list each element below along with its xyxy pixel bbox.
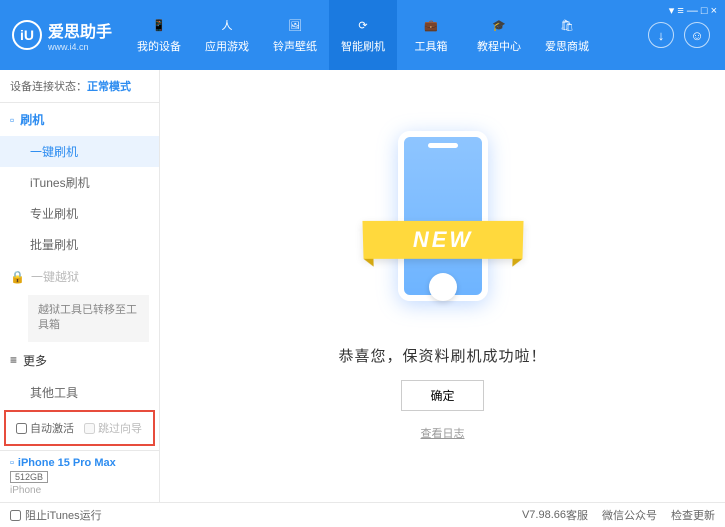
- menu-icon: ≡: [10, 353, 17, 367]
- sidebar-section-jailbreak: 🔒一键越狱: [0, 260, 159, 293]
- apps-icon: 人: [218, 16, 236, 34]
- success-message: 恭喜您，保资料刷机成功啦！: [338, 345, 546, 366]
- auto-activate-checkbox[interactable]: 自动激活: [16, 420, 74, 436]
- footer-wechat[interactable]: 微信公众号: [602, 507, 657, 523]
- skip-setup-checkbox[interactable]: 跳过向导: [84, 420, 142, 436]
- nav-my-device[interactable]: 📱我的设备: [125, 0, 193, 70]
- new-banner: NEW: [362, 221, 523, 259]
- window-controls[interactable]: ▾ ≡ — □ ×: [669, 4, 717, 17]
- sidebar-item-oneclick-flash[interactable]: 一键刷机: [0, 136, 159, 167]
- sidebar-section-flash[interactable]: ▫刷机: [0, 103, 159, 136]
- nav-flash[interactable]: ⟳智能刷机: [329, 0, 397, 70]
- version: V7.98.66: [522, 509, 566, 521]
- block-itunes-checkbox[interactable]: 阻止iTunes运行: [10, 507, 102, 523]
- sidebar-item-itunes-flash[interactable]: iTunes刷机: [0, 167, 159, 198]
- tutorial-icon: 🎓: [490, 16, 508, 34]
- sidebar-item-pro-flash[interactable]: 专业刷机: [0, 198, 159, 229]
- footer: 阻止iTunes运行 V7.98.66 客服 微信公众号 检查更新: [0, 502, 725, 527]
- user-button[interactable]: ☺: [684, 22, 710, 48]
- view-log-link[interactable]: 查看日志: [421, 425, 465, 441]
- nav-tutorials[interactable]: 🎓教程中心: [465, 0, 533, 70]
- logo[interactable]: iU 爱思助手 www.i4.cn: [0, 18, 125, 52]
- device-storage: 512GB: [10, 471, 48, 483]
- nav-store[interactable]: 🛍爱思商城: [533, 0, 601, 70]
- sidebar: 设备连接状态：正常模式 ▫刷机 一键刷机 iTunes刷机 专业刷机 批量刷机 …: [0, 70, 160, 502]
- header-right: ↓ ☺: [633, 22, 725, 48]
- sidebar-jailbreak-note: 越狱工具已转移至工具箱: [28, 295, 149, 342]
- device-type: iPhone: [10, 485, 149, 496]
- main-content: NEW 恭喜您，保资料刷机成功啦！ 确定 查看日志: [160, 70, 725, 502]
- flash-icon: ⟳: [354, 16, 372, 34]
- device-icon: ▫: [10, 457, 14, 469]
- device-name[interactable]: ▫iPhone 15 Pro Max: [10, 457, 149, 469]
- store-icon: 🛍: [558, 16, 576, 34]
- lock-icon: 🔒: [10, 270, 25, 284]
- header: ▾ ≡ — □ × iU 爱思助手 www.i4.cn 📱我的设备 人应用游戏 …: [0, 0, 725, 70]
- nav-ringtones[interactable]: 🖼铃声壁纸: [261, 0, 329, 70]
- top-nav: 📱我的设备 人应用游戏 🖼铃声壁纸 ⟳智能刷机 💼工具箱 🎓教程中心 🛍爱思商城: [125, 0, 633, 70]
- sidebar-section-more[interactable]: ≡更多: [0, 344, 159, 377]
- app-name: 爱思助手: [48, 18, 112, 42]
- nav-toolbox[interactable]: 💼工具箱: [397, 0, 465, 70]
- toolbox-icon: 💼: [422, 16, 440, 34]
- device-info: ▫iPhone 15 Pro Max 512GB iPhone: [0, 450, 159, 502]
- footer-update[interactable]: 检查更新: [671, 507, 715, 523]
- success-illustration: NEW: [383, 131, 503, 331]
- logo-icon: iU: [12, 20, 42, 50]
- sidebar-item-batch-flash[interactable]: 批量刷机: [0, 229, 159, 260]
- nav-apps[interactable]: 人应用游戏: [193, 0, 261, 70]
- footer-support[interactable]: 客服: [566, 507, 588, 523]
- phone-icon: ▫: [10, 113, 14, 127]
- wallpaper-icon: 🖼: [286, 16, 304, 34]
- device-icon: 📱: [150, 16, 168, 34]
- app-url: www.i4.cn: [48, 42, 112, 52]
- sidebar-item-other-tools[interactable]: 其他工具: [0, 377, 159, 406]
- download-button[interactable]: ↓: [648, 22, 674, 48]
- device-status: 设备连接状态：正常模式: [0, 70, 159, 103]
- flash-options: 自动激活 跳过向导: [4, 410, 155, 446]
- ok-button[interactable]: 确定: [401, 380, 483, 411]
